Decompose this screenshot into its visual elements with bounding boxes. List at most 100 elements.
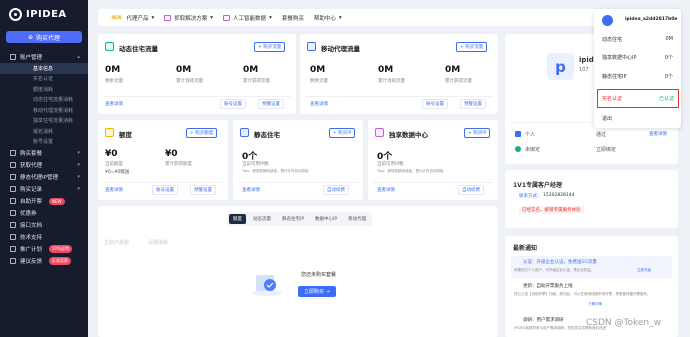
sidebar-item-support[interactable]: 技术支持: [0, 231, 88, 243]
bind-now-link[interactable]: 立即绑定: [596, 146, 616, 153]
chevron-up-icon: ▴: [77, 54, 80, 60]
verification-row[interactable]: 实名认证 已认证: [597, 89, 679, 108]
feedback-badge: 反馈奖励: [49, 257, 72, 265]
topnav-proxy-products[interactable]: NEW 代理产品 ▾: [110, 14, 154, 22]
logo-icon: [9, 8, 22, 21]
empty-text: 您还未购买套餐: [301, 272, 337, 278]
quota-icon: [105, 128, 114, 137]
account-settings-button[interactable]: 账号设置: [152, 185, 178, 195]
buy-traffic-button[interactable]: + 购买流量: [254, 42, 286, 52]
sidebar-sub-basic-info[interactable]: 基本信息: [0, 63, 88, 74]
buy-traffic-button[interactable]: + 购买流量: [456, 42, 488, 52]
card-title: 独享数据中心: [389, 131, 428, 139]
sidebar-item-invoice[interactable]: 自助开票 NEW: [0, 195, 88, 207]
sidebar-item-promotion[interactable]: 推广计划 10%返佣: [0, 243, 88, 255]
brand-logo[interactable]: IPIDEA: [9, 8, 67, 21]
view-details-link[interactable]: 查看详情: [105, 187, 123, 193]
view-details-link[interactable]: 查看详情: [649, 131, 667, 137]
coupon-icon: [10, 210, 16, 216]
tab-static-ip[interactable]: 静态住宅IP: [278, 214, 308, 224]
watermark: CSDN @Token_w: [586, 318, 661, 328]
cart-icon: [10, 150, 16, 156]
sidebar-sub-dynamic-usage[interactable]: 动态住宅流量消耗: [0, 95, 88, 106]
plus-icon: ⊕: [27, 33, 33, 41]
sidebar-sub-account-settings[interactable]: 账号设置: [0, 137, 88, 148]
support-icon: [10, 234, 16, 240]
view-details-link[interactable]: 查看详情: [242, 187, 260, 193]
view-details-link[interactable]: 查看详情: [105, 101, 123, 107]
buy-quota-button[interactable]: + 购买额度: [186, 128, 218, 138]
sidebar-sub-quota-usage[interactable]: 额度消耗: [0, 84, 88, 95]
chevron-down-icon: ▾: [77, 186, 80, 192]
notice-item[interactable]: 更新：自助开票服务上线 现已上线【自助开票】功能，即日起，可以在使用线路申请开票…: [511, 280, 672, 312]
topnav-ai-data[interactable]: 人工智能数据 ▾: [223, 14, 272, 22]
mobile-icon: [307, 42, 316, 51]
notice-item[interactable]: 认证：升级企业认证，免费送1G流量 恭喜您已个人用户，可升级企业认证，享企业权益…: [511, 256, 672, 278]
sidebar-item-get-proxy[interactable]: 获取代理 ▾: [0, 159, 88, 171]
ai-icon: [223, 14, 231, 21]
scraping-icon: [164, 14, 172, 21]
dynamic-traffic-card: 动态住宅流量 + 购买流量 0M 剩余流量 0M 累计消耗流量 0M 累计获得流…: [98, 34, 296, 114]
new-tag: NEW: [110, 15, 124, 20]
alert-settings-button[interactable]: 预警设置: [190, 185, 216, 195]
exclusive-datacenter-card: 独享数据中心 + 购买IP 0个 当前可用IP数 Tips：即将到期未续费，预计…: [368, 120, 498, 200]
mobile-traffic-card: 移动代理流量 + 购买流量 0M 剩余流量 0M 累计消耗流量 0M 累计获得流…: [300, 34, 498, 114]
chevron-down-icon: ▾: [269, 14, 272, 21]
user-dropdown: ipidea_a2dd2817b0e 动态住宅 0M 独享数据中心IP 0个 静…: [594, 9, 681, 128]
doc-icon: [10, 222, 16, 228]
topnav-scraping[interactable]: 抓取解决方案 ▾: [164, 14, 213, 22]
account-settings-button[interactable]: 账号设置: [422, 99, 448, 109]
buy-ip-button[interactable]: + 购买IP: [329, 128, 356, 138]
topnav-packages[interactable]: 套餐购买: [282, 14, 304, 22]
record-icon: [10, 186, 16, 192]
tab-mobile[interactable]: 移动代理: [344, 214, 370, 224]
card-title: 动态住宅流量: [119, 45, 158, 53]
view-details-link[interactable]: 查看详情: [377, 187, 395, 193]
buy-proxy-button[interactable]: ⊕ 购买代理: [6, 31, 82, 43]
card-title: 移动代理流量: [321, 45, 360, 53]
topnav-help[interactable]: 帮助中心 ▾: [314, 14, 342, 22]
buy-now-button[interactable]: 立即购买 →: [298, 286, 336, 297]
sidebar-sub-verification[interactable]: 实名认证: [0, 74, 88, 85]
empty-state: 您还未购买套餐 立即购买 →: [220, 247, 372, 323]
sidebar-item-account[interactable]: 账户管理 ▴: [0, 51, 88, 63]
server-icon: [10, 174, 16, 180]
avatar: p: [547, 53, 574, 80]
sidebar-sub-exclusive-usage[interactable]: 独享住宅流量消耗: [0, 116, 88, 127]
account-icon: [10, 54, 16, 60]
sidebar-item-purchase-records[interactable]: 购买记录 ▾: [0, 183, 88, 195]
sidebar: IPIDEA ⊕ 购买代理 账户管理 ▴ 基本信息 实名认证 额度消耗 动态住宅流…: [0, 0, 88, 337]
sidebar-item-buy-package[interactable]: 购买套餐 ▾: [0, 147, 88, 159]
auto-renew-button[interactable]: 自动续费: [458, 185, 484, 195]
alert-settings-button[interactable]: 预警设置: [460, 99, 486, 109]
wechat-icon: [515, 146, 521, 152]
tab-quota[interactable]: 额度: [229, 214, 246, 224]
account-settings-button[interactable]: 账号设置: [220, 99, 246, 109]
alert-settings-button[interactable]: 预警设置: [258, 99, 284, 109]
chevron-down-icon: ▾: [210, 14, 214, 21]
tab-datacenter-ip[interactable]: 数据中心IP: [311, 214, 341, 224]
chevron-down-icon: ▾: [338, 14, 342, 21]
user-avatar-icon: [602, 15, 613, 26]
dynamic-icon: [105, 42, 114, 51]
chevron-down-icon: ▾: [77, 150, 80, 156]
personal-icon: [515, 131, 521, 137]
auto-renew-button[interactable]: 自动续费: [323, 185, 349, 195]
account-manager-card: 1V1专属客户经理 联系方式： 15302828144 已经实名，解锁专属服务体…: [505, 170, 678, 228]
buy-ip-button[interactable]: + 购买IP: [464, 128, 491, 138]
view-details-link[interactable]: 查看详情: [310, 101, 328, 107]
chevron-down-icon: ▾: [151, 14, 155, 21]
sidebar-sub-domain-usage[interactable]: 域名消耗: [0, 126, 88, 137]
brand-name: IPIDEA: [26, 9, 67, 20]
static-icon: [240, 128, 249, 137]
sidebar-item-feedback[interactable]: 建议反馈 反馈奖励: [0, 255, 88, 267]
sidebar-item-static-ip[interactable]: 静态代理IP管理 ▾: [0, 171, 88, 183]
invoice-icon: [10, 198, 16, 204]
logout-button[interactable]: 退出: [602, 115, 612, 122]
sidebar-item-coupons[interactable]: 优惠券: [0, 207, 88, 219]
card-title: 静态住宅: [254, 131, 280, 139]
sidebar-sub-mobile-usage[interactable]: 移动代理流量消耗: [0, 105, 88, 116]
sidebar-item-api-docs[interactable]: 接口文档: [0, 219, 88, 231]
usage-tabs: 额度 动态流量 静态住宅IP 数据中心IP 移动代理: [227, 212, 373, 226]
tab-dynamic[interactable]: 动态流量: [249, 214, 275, 224]
